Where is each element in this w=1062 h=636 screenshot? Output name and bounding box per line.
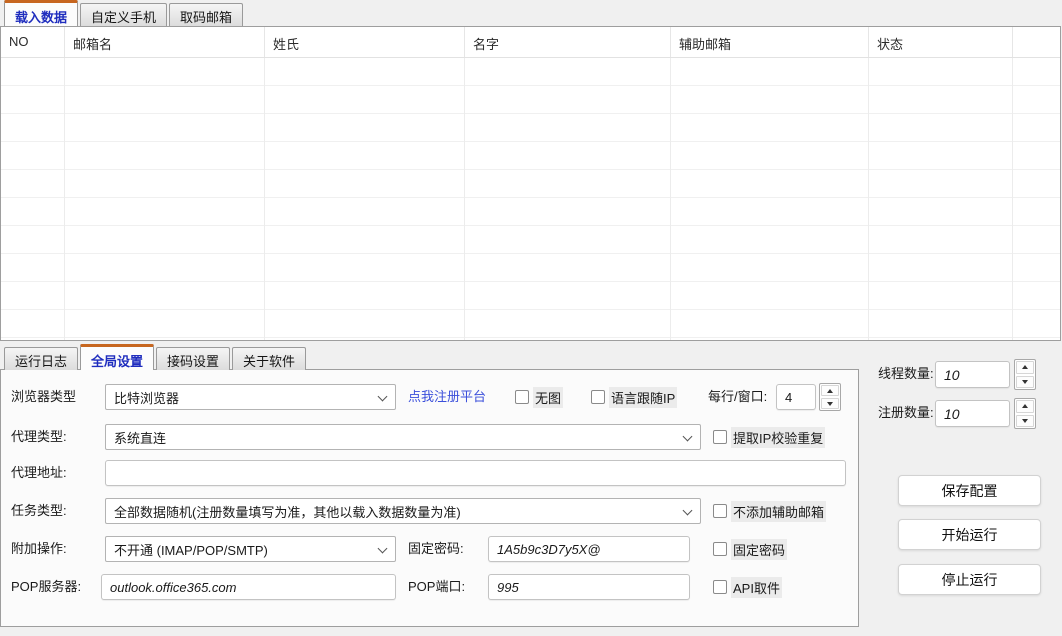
spinner-up-icon[interactable] <box>1016 400 1034 413</box>
per-row-window-input[interactable] <box>776 384 816 410</box>
stop-run-button[interactable]: 停止运行 <box>898 564 1041 595</box>
checkbox-box-icon <box>713 542 727 556</box>
pop-server-label: POP服务器: <box>11 574 81 600</box>
chevron-down-icon <box>378 544 388 554</box>
table-row <box>1 170 1060 198</box>
start-run-button[interactable]: 开始运行 <box>898 519 1041 550</box>
tab-code-settings[interactable]: 接码设置 <box>156 347 230 370</box>
table-header-row: NO 邮箱名 姓氏 名字 辅助邮箱 状态 <box>1 27 1060 58</box>
proxy-address-input[interactable] <box>105 460 846 486</box>
fixed-password-input[interactable] <box>488 536 690 562</box>
extra-op-select[interactable]: 不开通 (IMAP/POP/SMTP) <box>105 536 396 562</box>
no-aux-email-checkbox[interactable]: 不添加辅助邮箱 <box>713 498 826 524</box>
register-count-label: 注册数量: <box>878 400 934 426</box>
task-type-label: 任务类型: <box>11 498 67 524</box>
spinner-up-icon[interactable] <box>821 385 839 396</box>
chevron-down-icon <box>683 432 693 442</box>
pop-port-label: POP端口: <box>408 574 465 600</box>
col-header-email[interactable]: 邮箱名 <box>65 27 265 57</box>
register-count-stepper[interactable] <box>1014 398 1036 429</box>
checkbox-box-icon <box>713 504 727 518</box>
tab-custom-phone[interactable]: 自定义手机 <box>80 3 167 26</box>
table-row <box>1 226 1060 254</box>
per-row-window-stepper[interactable] <box>819 383 841 411</box>
chevron-down-icon <box>378 392 388 402</box>
no-aux-email-checkbox-label: 不添加辅助邮箱 <box>731 501 826 522</box>
api-fetch-checkbox-label: API取件 <box>731 577 782 598</box>
spinner-down-icon[interactable] <box>1016 415 1034 428</box>
col-header-filler <box>1013 27 1060 57</box>
top-tabstrip: 载入数据 自定义手机 取码邮箱 <box>4 0 243 26</box>
extract-ip-check-checkbox[interactable]: 提取IP校验重复 <box>713 424 825 450</box>
tab-code-mailbox[interactable]: 取码邮箱 <box>169 3 243 26</box>
spinner-down-icon[interactable] <box>821 398 839 409</box>
per-row-window-label: 每行/窗口: <box>708 384 767 410</box>
browser-type-select[interactable]: 比特浏览器 <box>105 384 396 410</box>
bottom-tabstrip: 运行日志 全局设置 接码设置 关于软件 <box>4 343 306 370</box>
checkbox-box-icon <box>713 430 727 444</box>
fixed-password-label: 固定密码: <box>408 536 464 562</box>
col-header-auxemail[interactable]: 辅助邮箱 <box>671 27 869 57</box>
checkbox-box-icon <box>591 390 605 404</box>
save-config-button[interactable]: 保存配置 <box>898 475 1041 506</box>
browser-type-label: 浏览器类型 <box>11 384 76 410</box>
extract-ip-check-checkbox-label: 提取IP校验重复 <box>731 427 825 448</box>
no-image-checkbox[interactable]: 无图 <box>515 384 563 410</box>
proxy-address-label: 代理地址: <box>11 460 67 486</box>
task-type-select[interactable]: 全部数据随机(注册数量填写为准，其他以载入数据数量为准) <box>105 498 701 524</box>
table-row <box>1 86 1060 114</box>
tab-global-settings[interactable]: 全局设置 <box>80 344 154 370</box>
thread-count-input[interactable] <box>935 361 1010 388</box>
checkbox-box-icon <box>713 580 727 594</box>
global-settings-panel: 浏览器类型 比特浏览器 点我注册平台 无图 语言跟随IP 每行/窗口: 代理类型… <box>0 369 859 627</box>
col-header-no[interactable]: NO <box>1 27 65 57</box>
no-image-checkbox-label: 无图 <box>533 387 563 408</box>
proxy-type-select[interactable]: 系统直连 <box>105 424 701 450</box>
tab-run-log[interactable]: 运行日志 <box>4 347 78 370</box>
table-row <box>1 58 1060 86</box>
extra-op-value: 不开通 (IMAP/POP/SMTP) <box>114 540 268 559</box>
table-row <box>1 114 1060 142</box>
extra-op-label: 附加操作: <box>11 536 67 562</box>
col-header-status[interactable]: 状态 <box>869 27 1013 57</box>
thread-count-stepper[interactable] <box>1014 359 1036 390</box>
register-count-input[interactable] <box>935 400 1010 427</box>
lang-follow-ip-checkbox[interactable]: 语言跟随IP <box>591 384 677 410</box>
col-header-lastname[interactable]: 姓氏 <box>265 27 465 57</box>
tab-about[interactable]: 关于软件 <box>232 347 306 370</box>
table-row <box>1 282 1060 310</box>
lang-follow-ip-checkbox-label: 语言跟随IP <box>609 387 677 408</box>
proxy-type-value: 系统直连 <box>114 428 166 447</box>
checkbox-box-icon <box>515 390 529 404</box>
pop-server-input[interactable] <box>101 574 396 600</box>
data-table[interactable]: NO 邮箱名 姓氏 名字 辅助邮箱 状态 <box>0 26 1061 341</box>
table-row <box>1 198 1060 226</box>
task-type-value: 全部数据随机(注册数量填写为准，其他以载入数据数量为准) <box>114 502 461 521</box>
thread-count-label: 线程数量: <box>878 361 934 387</box>
table-row <box>1 254 1060 282</box>
proxy-type-label: 代理类型: <box>11 424 67 450</box>
table-row <box>1 142 1060 170</box>
pop-port-input[interactable] <box>488 574 690 600</box>
browser-type-value: 比特浏览器 <box>114 388 179 407</box>
spinner-up-icon[interactable] <box>1016 361 1034 374</box>
fixed-password-checkbox-label: 固定密码 <box>731 539 787 560</box>
spinner-down-icon[interactable] <box>1016 376 1034 389</box>
fixed-password-checkbox[interactable]: 固定密码 <box>713 536 787 562</box>
chevron-down-icon <box>683 506 693 516</box>
register-platform-link[interactable]: 点我注册平台 <box>408 384 486 410</box>
col-header-firstname[interactable]: 名字 <box>465 27 671 57</box>
api-fetch-checkbox[interactable]: API取件 <box>713 574 782 600</box>
table-body <box>1 58 1060 341</box>
tab-load-data[interactable]: 载入数据 <box>4 0 78 26</box>
table-row <box>1 310 1060 338</box>
